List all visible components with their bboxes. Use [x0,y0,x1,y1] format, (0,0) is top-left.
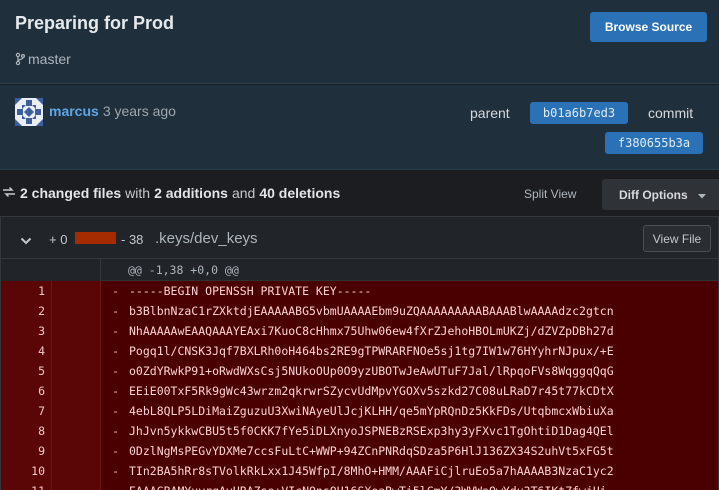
hunk-header: @@ -1,38 +0,0 @@ [1,258,718,281]
diff-line: 3 - NhAAAAAwEAAQAAAYEAxi7KuoC8cHhmx75Uhw06… [1,321,718,341]
avatar[interactable] [15,98,43,126]
diff-line: 10 - TIn2BA5hRr8sTVolkRkLxx1J45WfpI/8MhO+H… [1,461,718,481]
file-path[interactable]: .keys/dev_keys [155,230,258,247]
caret-down-icon [697,188,706,202]
line-code: TIn2BA5hRr8sTVolkRkLxx1J45WfpI/8MhO+HMM/… [129,464,614,478]
file-deletions: - 38 [121,232,144,247]
line-code: EAAAGBAMYuyrqAvHBAZse+VIcNOnsOH16SXoaBwT… [119,484,607,490]
diff-line: 7 -4ebL8QLP5LDiMaiZguzuU3XwiNAyeUlJcjKLHH… [1,401,718,421]
browse-source-button[interactable]: Browse Source [590,12,707,42]
line-code: o0ZdYRwkP91+oRwdWXsCsj5NUkoOUp0O9yzUBOTw… [129,364,614,378]
diff-line: 4 - Pogq1l/CNSK3Jqf7BXLRh0oH464bs2RE9gTPWR… [1,341,718,361]
old-line-number: 6 [1,381,52,401]
summary-and: and [231,185,256,201]
diff-line: 5 - o0ZdYRwkP91+oRwdWXsCsj5NUkoOUp0O9yzUBO… [1,361,718,381]
diff-summary: 2 changed files with 2 additions and 40 … [2,185,340,201]
new-line-number [52,441,101,461]
branch-name[interactable]: master [28,51,71,67]
summary-with: with [125,185,151,201]
chevron-down-icon[interactable] [20,232,32,250]
line-code: b3BlbnNzaC1rZXktdjEAAAAABG5vbmUAAAAEbm9u… [129,304,614,318]
author-row: marcus 3 years ago parent b01a6b7ed3 comm… [0,85,719,170]
hunk-gutter [1,258,101,281]
diff-sign: - [112,404,119,418]
commit-sha-badge[interactable]: f380655b3a [605,132,703,154]
line-code: EEiE00TxF5Rk9gWc43wrzm2qkrwrSZycvUdMpvYG… [129,384,614,398]
new-line-number [52,301,101,321]
old-line-number: 11 [1,481,52,490]
deletions-count: 40 deletions [259,185,341,201]
line-code: -----BEGIN OPENSSH PRIVATE KEY----- [129,284,372,298]
author-line: marcus 3 years ago [49,103,176,119]
old-line-number: 4 [1,341,52,361]
old-line-number: 1 [1,281,52,301]
parent-label: parent [470,105,510,121]
old-line-number: 10 [1,461,52,481]
old-line-number: 8 [1,421,52,441]
view-file-button[interactable]: View File [643,225,711,252]
diff-sign: - [112,304,119,318]
commit-label: commit [648,105,694,121]
diff-line: 11 -EAAAGBAMYuyrqAvHBAZse+VIcNOnsOH16SXoa… [1,481,718,490]
branch: master [15,51,71,67]
branch-icon [15,52,25,66]
commit-time: 3 years ago [102,103,176,119]
diff-sign: - [112,364,119,378]
line-code: NhAAAAAwEAAQAAAYEAxi7KuoC8cHhmx75Uhw06ew… [129,324,614,338]
file-additions: + 0 [49,232,68,247]
diff-stats-bar: 2 changed files with 2 additions and 40 … [0,171,719,215]
parent-sha-badge[interactable]: b01a6b7ed3 [530,102,628,124]
diff-sign: - [112,344,119,358]
split-view-toggle[interactable]: Split View [524,187,576,201]
diff-sign: - [112,284,119,298]
old-line-number: 3 [1,321,52,341]
deletion-bar [75,232,116,244]
diff-sign: - [112,464,119,478]
old-line-number: 5 [1,361,52,381]
commit-header: Preparing for Prod master Browse Source [0,0,719,84]
hunk-text: @@ -1,38 +0,0 @@ [128,262,239,277]
commit-title: Preparing for Prod [15,13,175,33]
diff-sign: - [101,484,119,490]
diff-options-label: Diff Options [619,187,688,202]
diff-sign: - [112,424,119,438]
diff-line: 8 - JhJvn5ykkwCBU5t5f0CKK7fYe5iDLXnyoJSPNE… [1,421,718,441]
old-line-number: 7 [1,401,52,421]
changed-files-count: 2 changed files [20,185,122,201]
diff-sign: - [112,324,119,338]
changes-icon [2,185,16,201]
diff-body: @@ -1,38 +0,0 @@ 1- -----BEGIN OPENSSH PR… [1,258,718,490]
diff-line: 9 -0DzlNgMsPEGvYDXMe7ccsFuLtC+WWP+94ZCnPN… [1,441,718,461]
old-line-number: 9 [1,441,52,461]
new-line-number [52,321,101,341]
new-line-number [52,361,101,381]
new-line-number [52,381,101,401]
new-line-number [52,401,101,421]
diff-line: 1 - -----BEGIN OPENSSH PRIVATE KEY----- [1,281,718,301]
diff-line: 6 - EEiE00TxF5Rk9gWc43wrzm2qkrwrSZycvUdMpv… [1,381,718,401]
file-diff: + 0 - 38 .keys/dev_keys View File @@ -1,… [0,216,719,490]
diff-line: 2 - b3BlbnNzaC1rZXktdjEAAAAABG5vbmUAAAAEbm… [1,301,718,321]
new-line-number [52,281,101,301]
diff-sign: - [112,444,119,458]
additions-count: 2 additions [154,185,228,201]
new-line-number [52,461,101,481]
line-code: 0DzlNgMsPEGvYDXMe7ccsFuLtC+WWP+94ZCnPNRd… [129,444,614,458]
new-line-number [52,481,101,490]
line-code: Pogq1l/CNSK3Jqf7BXLRh0oH464bs2RE9gTPWRAR… [129,344,614,358]
old-line-number: 2 [1,301,52,321]
new-line-number [52,341,101,361]
file-header: + 0 - 38 .keys/dev_keys View File [1,217,718,259]
line-code: 4ebL8QLP5LDiMaiZguzuU3XwiNAyeUlJcjKLHH/q… [129,404,614,418]
new-line-number [52,421,101,441]
diff-sign: - [112,384,119,398]
diff-options-button[interactable]: Diff Options [602,179,719,210]
author-name[interactable]: marcus [49,103,99,119]
line-code: JhJvn5ykkwCBU5t5f0CKK7fYe5iDLXnyoJSPNEBz… [129,424,614,438]
